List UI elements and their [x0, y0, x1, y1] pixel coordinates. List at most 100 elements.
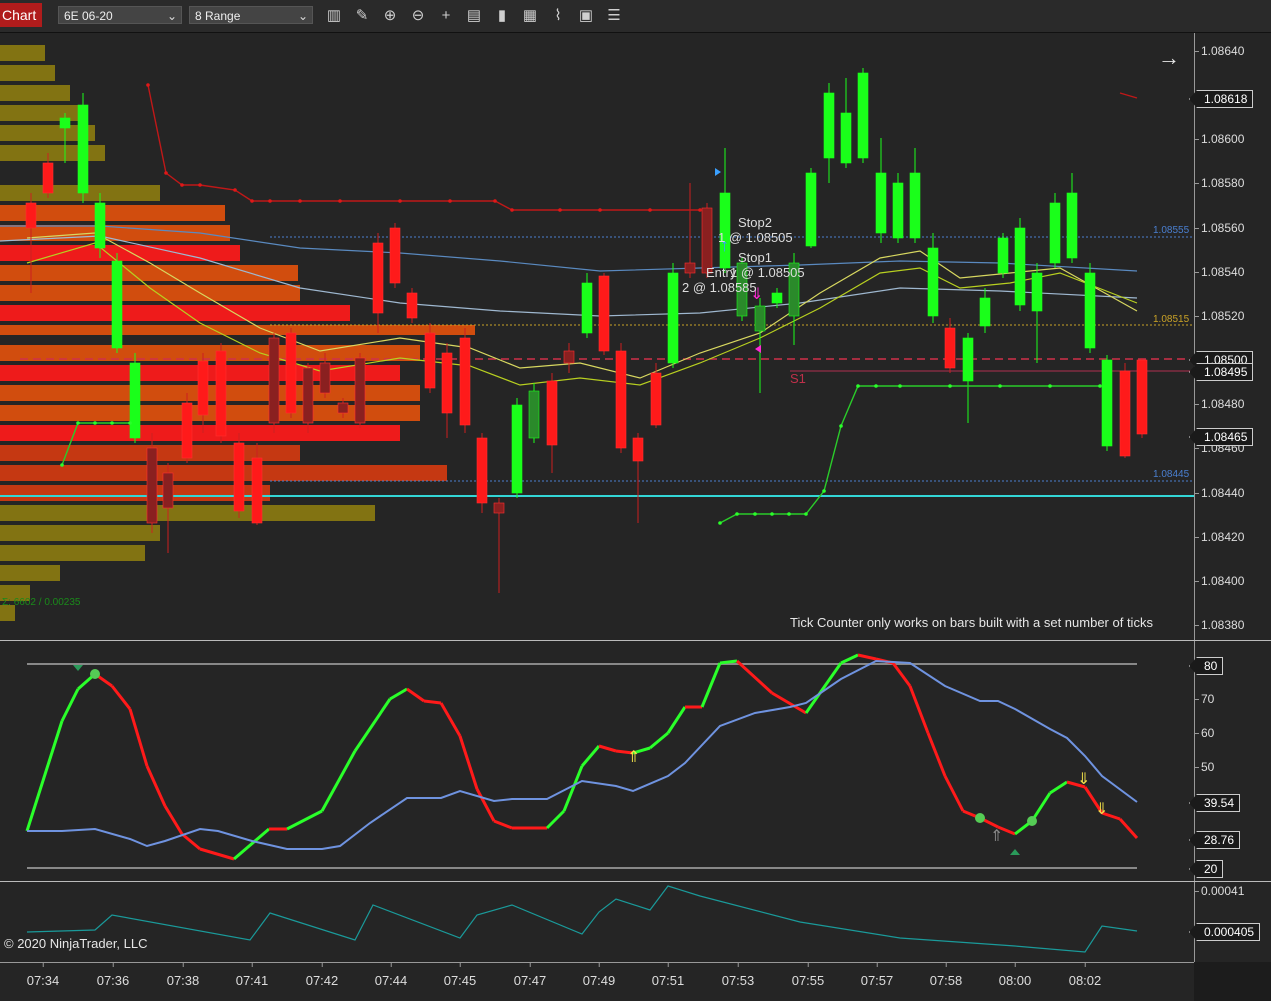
chart-trader-icon[interactable]: ▦ — [520, 6, 540, 26]
price-tick: 1.08440 — [1194, 486, 1245, 500]
s1-label: S1 — [790, 371, 806, 386]
oscillator-axis[interactable]: 70 60 50 80 39.54 28.76 20 — [1189, 641, 1271, 881]
price-panel[interactable]: ↑ ⇓ Stop2 1 @ 1.08505 Stop1 Entry 1 @ 1.… — [0, 33, 1194, 640]
candle-body — [77, 104, 89, 194]
price-tick: 1.08560 — [1194, 221, 1245, 235]
instrument-value: 6E 06-20 — [64, 9, 113, 23]
time-tick: 07:53 — [721, 963, 755, 988]
volatility-panel[interactable]: © 2020 NinjaTrader, LLC — [0, 882, 1194, 962]
arrow-right-icon[interactable]: → — [1158, 45, 1180, 71]
oscillator-fast-segment — [423, 699, 442, 705]
profile-bar — [0, 85, 70, 101]
zoom-out-icon[interactable]: ⊖ — [408, 6, 428, 26]
target-qty-label[interactable]: 2 @ 1.08585 — [682, 280, 757, 295]
candle-body — [528, 390, 540, 439]
oscillator-fast-segment — [286, 809, 323, 831]
bars-icon[interactable]: ▥ — [324, 6, 344, 26]
data-box-icon[interactable]: ▤ — [464, 6, 484, 26]
time-axis[interactable]: 07:34 07:36 07:38 07:41 07:42 07:44 07:4… — [0, 962, 1194, 1001]
oscillator-fast-segment — [943, 775, 965, 812]
instrument-select[interactable]: 6E 06-20 ⌄ — [58, 6, 182, 24]
time-tick: 07:57 — [860, 963, 894, 988]
green-stop-dot — [822, 489, 826, 493]
candle-body — [615, 350, 627, 449]
time-tick: 07:45 — [443, 963, 477, 988]
candle-body — [251, 457, 263, 524]
candle-body — [285, 332, 297, 414]
profile-bar — [0, 505, 375, 521]
green-stop-dot — [735, 512, 739, 516]
tick-counter-message: Tick Counter only works on bars built wi… — [790, 615, 1153, 630]
bar-chart-icon[interactable]: ▮ — [492, 6, 512, 26]
candle-body — [1101, 359, 1113, 447]
candle-body — [909, 172, 921, 239]
oscillator-fast-segment — [163, 805, 184, 835]
candle-body — [581, 282, 593, 334]
profile-bar — [0, 325, 475, 335]
candle-body — [944, 327, 956, 369]
red-stop-dot — [146, 83, 150, 87]
time-tick: 08:00 — [998, 963, 1032, 988]
oscillator-fast-segment — [804, 662, 843, 714]
volatility-axis[interactable]: 0.00041 0.000405 — [1189, 882, 1271, 962]
volatility-flag: 0.000405 — [1189, 923, 1261, 941]
chart-tab[interactable]: Chart — [0, 3, 43, 27]
oscillator-fast-segment — [926, 732, 947, 777]
candle-body — [1119, 370, 1131, 457]
osc-tick: 50 — [1194, 760, 1215, 774]
time-tick: 07:34 — [26, 963, 60, 988]
up-arrow-icon: ⇑ — [990, 828, 1003, 845]
chevron-down-icon: ⌄ — [297, 9, 308, 23]
red-stop-dot — [250, 199, 254, 203]
signal-triangle-icon — [1010, 849, 1020, 855]
oscillator-fast-segment — [353, 698, 392, 752]
candle-body — [823, 92, 835, 159]
candle-body — [840, 112, 852, 164]
price-axis[interactable]: 1.08640 1.08600 1.08580 1.08560 1.08540 … — [1189, 33, 1271, 640]
time-tick: 07:38 — [166, 963, 200, 988]
price-tick: 1.08420 — [1194, 530, 1245, 544]
list-icon[interactable]: ☰ — [604, 6, 624, 26]
chevron-down-icon: ⌄ — [166, 9, 177, 23]
stop1-label[interactable]: Stop1 — [738, 250, 772, 265]
bar-type-select[interactable]: 8 Range ⌄ — [189, 6, 313, 24]
candle-body — [268, 337, 280, 424]
candle-body — [215, 350, 227, 437]
candle-body — [319, 362, 331, 394]
candle-body — [337, 402, 349, 414]
oscillator-fast-segment — [908, 685, 930, 734]
stop2-qty-label[interactable]: 1 @ 1.08505 — [718, 230, 793, 245]
green-stop-dot — [948, 384, 952, 388]
low-flag: 1.08465 — [1189, 428, 1254, 446]
entry-qty-label[interactable]: 1 @ 1.08505 — [730, 265, 805, 280]
oscillator-fast-segment — [719, 659, 738, 665]
oscillator-fast-segment — [735, 659, 774, 695]
red-stop-dot — [598, 208, 602, 212]
copyright: © 2020 NinjaTrader, LLC — [4, 936, 148, 951]
price-tick: 1.08540 — [1194, 265, 1245, 279]
value-b-flag: 28.76 — [1189, 831, 1241, 849]
red-stop-dot — [233, 188, 237, 192]
crosshair-icon[interactable]: + — [436, 6, 456, 26]
red-stop-dot — [338, 199, 342, 203]
candle-body — [25, 202, 37, 229]
bar-type-value: 8 Range — [195, 9, 241, 23]
time-tick: 07:49 — [582, 963, 616, 988]
candle-body — [162, 472, 174, 509]
oscillator-panel[interactable]: ⇑ ⇑ ⇓ ⇓ — [0, 641, 1194, 881]
oscillator-fast-segment — [181, 832, 201, 851]
candle-body — [197, 360, 209, 416]
candle-body — [424, 332, 436, 389]
zoom-in-icon[interactable]: ⊕ — [380, 6, 400, 26]
candle-body — [354, 357, 366, 424]
oscillator-fast-segment — [840, 653, 859, 665]
green-stop-dot — [1048, 384, 1052, 388]
strategy-icon[interactable]: ⌇ — [548, 6, 568, 26]
pencil-icon[interactable]: ✎ — [352, 6, 372, 26]
red-stop-dot — [493, 199, 497, 203]
stop2-label[interactable]: Stop2 — [738, 215, 772, 230]
price-tick: 1.08380 — [1194, 618, 1245, 632]
properties-icon[interactable]: ▣ — [576, 6, 596, 26]
profile-bar — [0, 145, 105, 161]
chart-toolbar: Chart 6E 06-20 ⌄ 8 Range ⌄ ▥ ✎ ⊕ ⊖ + ▤ ▮… — [0, 0, 1271, 33]
